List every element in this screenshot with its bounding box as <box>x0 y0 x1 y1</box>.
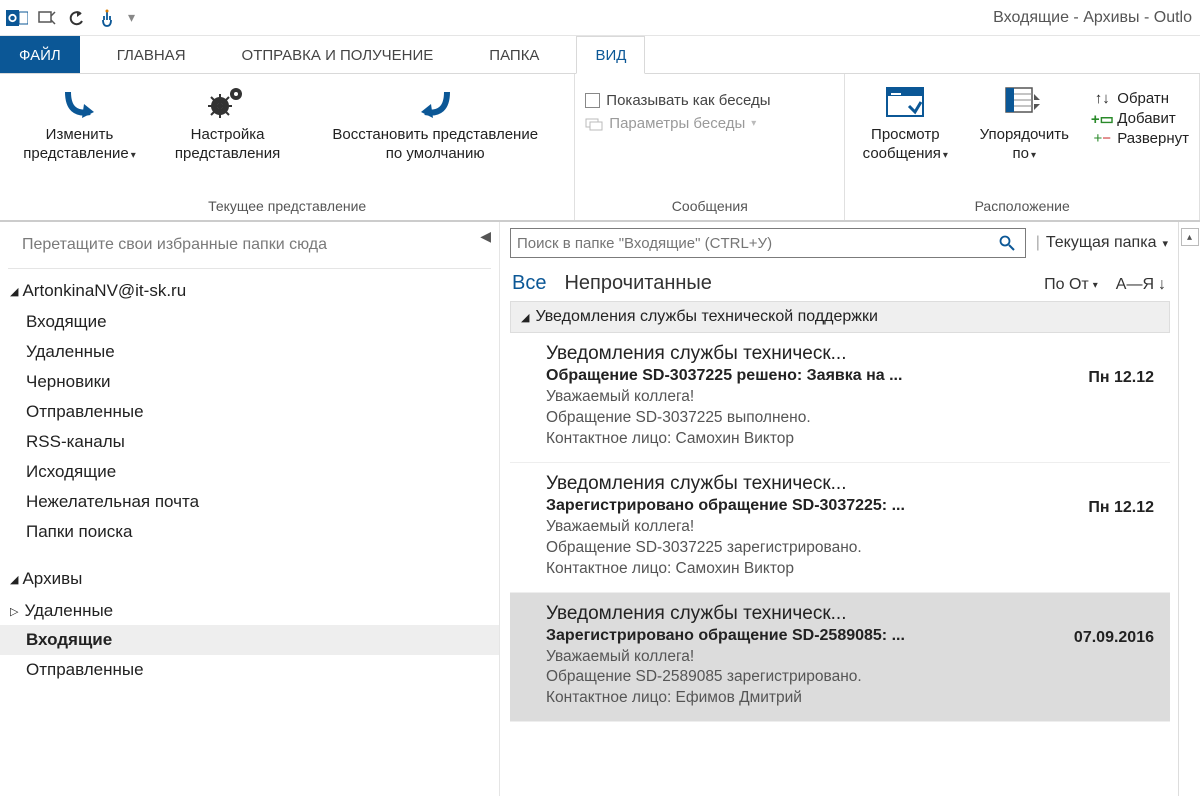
ribbon-tabs: ФАЙЛ ГЛАВНАЯ ОТПРАВКА И ПОЛУЧЕНИЕ ПАПКА … <box>0 36 1200 74</box>
search-icon[interactable] <box>995 235 1019 251</box>
filter-row: Все Непрочитанные По От▾ А—Я ↓ <box>510 258 1178 301</box>
message-preview: Уважаемый коллега!Обращение SD-3037225 в… <box>546 387 1158 450</box>
change-view-button[interactable]: Изменитьпредставление▾ <box>10 80 149 164</box>
add-icon: +▭ <box>1093 111 1111 127</box>
message-preview: Уважаемый коллега!Обращение SD-3037225 з… <box>546 517 1158 580</box>
archive-sent[interactable]: Отправленные <box>0 655 499 685</box>
group-header[interactable]: ◢ Уведомления службы технической поддерж… <box>510 301 1170 333</box>
archive-inbox[interactable]: Входящие <box>0 625 499 655</box>
search-row: | Текущая папка ▾ <box>510 228 1178 258</box>
show-as-conversations-checkbox[interactable]: Показывать как беседы <box>585 92 770 109</box>
filter-unread[interactable]: Непрочитанные <box>564 272 711 295</box>
conversation-icon <box>585 116 603 132</box>
send-receive-icon[interactable] <box>36 7 58 29</box>
message-from: Уведомления службы техническ... <box>546 473 1158 495</box>
ribbon-group-label: Текущее представление <box>10 195 564 218</box>
sort-direction[interactable]: А—Я ↓ <box>1116 276 1166 294</box>
message-subject: Зарегистрировано обращение SD-3037225: .… <box>546 497 1158 515</box>
tab-home[interactable]: ГЛАВНАЯ <box>98 36 205 73</box>
navigation-pane: ◀ Перетащите свои избранные папки сюда ◢… <box>0 222 500 796</box>
gear-icon <box>206 80 250 124</box>
folder-junk[interactable]: Нежелательная почта <box>0 487 499 517</box>
message-from: Уведомления службы техническ... <box>546 343 1158 365</box>
content-pane: | Текущая папка ▾ Все Непрочитанные По О… <box>500 222 1200 796</box>
archives-label: Архивы <box>22 569 82 589</box>
add-columns-button[interactable]: +▭ Добавит <box>1093 110 1189 127</box>
message-item[interactable]: Уведомления службы техническ... Зарегистр… <box>510 593 1170 723</box>
tab-view[interactable]: ВИД <box>576 36 645 74</box>
expand-icon: +− <box>1093 131 1111 147</box>
scrollbar[interactable]: ▴ <box>1178 222 1200 796</box>
folder-search[interactable]: Папки поиска <box>0 517 499 547</box>
message-item[interactable]: Уведомления службы техническ... Обращение… <box>510 333 1170 463</box>
scroll-up-icon[interactable]: ▴ <box>1181 228 1199 246</box>
account-name: ArtonkinaNV@it-sk.ru <box>22 281 186 301</box>
outlook-icon <box>6 7 28 29</box>
filter-all[interactable]: Все <box>512 272 546 295</box>
qat-dropdown-icon[interactable]: ▾ <box>128 9 135 26</box>
folder-rss[interactable]: RSS-каналы <box>0 427 499 457</box>
message-preview-button[interactable]: Просмотрсообщения▾ <box>855 80 955 164</box>
archive-deleted[interactable]: Удаленные <box>0 595 499 625</box>
folder-outbox[interactable]: Исходящие <box>0 457 499 487</box>
message-list: Уведомления службы техническ... Обращение… <box>510 333 1178 722</box>
folder-deleted[interactable]: Удаленные <box>0 337 499 367</box>
collapsed-triangle-icon <box>10 605 18 618</box>
separator <box>8 268 491 269</box>
message-list-column: | Текущая папка ▾ Все Непрочитанные По О… <box>500 222 1178 796</box>
account-header[interactable]: ◢ ArtonkinaNV@it-sk.ru <box>0 277 499 307</box>
ribbon-group-label: Сообщения <box>585 195 834 218</box>
collapse-nav-icon[interactable]: ◀ <box>480 228 491 245</box>
reverse-icon: ↑↓ <box>1093 91 1111 107</box>
arrange-by-button[interactable]: Упорядочитьпо▾ <box>969 80 1079 164</box>
expand-triangle-icon: ◢ <box>521 311 529 324</box>
ribbon-group-current-view: Изменитьпредставление▾ Настройкапредстав… <box>0 74 575 220</box>
message-item[interactable]: Уведомления службы техническ... Зарегистр… <box>510 463 1170 593</box>
undo-icon[interactable] <box>66 7 88 29</box>
change-view-icon <box>60 80 100 124</box>
preview-icon <box>885 80 925 124</box>
checkbox-icon <box>585 93 600 108</box>
search-input[interactable] <box>517 235 995 252</box>
expand-button[interactable]: +− Развернут <box>1093 130 1189 147</box>
message-subject: Обращение SD-3037225 решено: Заявка на .… <box>546 367 1158 385</box>
reverse-sort-button[interactable]: ↑↓ Обратн <box>1093 90 1189 107</box>
arrange-icon <box>1004 80 1044 124</box>
favorites-hint: Перетащите свои избранные папки сюда <box>0 230 499 264</box>
search-scope-dropdown[interactable]: | Текущая папка ▾ <box>1036 234 1168 252</box>
message-date: 07.09.2016 <box>1074 629 1154 647</box>
ribbon-group-label: Расположение <box>855 195 1189 218</box>
ribbon-group-layout: Просмотрсообщения▾ Упорядочитьпо▾ ↑↓ Обр… <box>845 74 1200 220</box>
message-subject: Зарегистрировано обращение SD-2589085: .… <box>546 627 1158 645</box>
message-date: Пн 12.12 <box>1088 369 1154 387</box>
folder-inbox[interactable]: Входящие <box>0 307 499 337</box>
conversation-settings-button[interactable]: Параметры беседы ▾ <box>585 115 770 132</box>
ribbon-group-messages: Показывать как беседы Параметры беседы ▾… <box>575 74 845 220</box>
window-title: Входящие - Архивы - Outlo <box>993 9 1192 27</box>
sort-by-dropdown[interactable]: По От▾ <box>1044 276 1098 294</box>
view-settings-button[interactable]: Настройкапредставления <box>163 80 292 164</box>
expand-triangle-icon: ◢ <box>10 285 18 298</box>
message-preview: Уважаемый коллега!Обращение SD-2589085 з… <box>546 647 1158 710</box>
folder-sent[interactable]: Отправленные <box>0 397 499 427</box>
message-from: Уведомления службы техническ... <box>546 603 1158 625</box>
folder-drafts[interactable]: Черновики <box>0 367 499 397</box>
tab-file[interactable]: ФАЙЛ <box>0 36 80 73</box>
tab-folder[interactable]: ПАПКА <box>470 36 558 73</box>
search-box[interactable] <box>510 228 1026 258</box>
main-area: ◀ Перетащите свои избранные папки сюда ◢… <box>0 222 1200 796</box>
touch-mode-icon[interactable] <box>96 7 118 29</box>
tab-send-receive[interactable]: ОТПРАВКА И ПОЛУЧЕНИЕ <box>223 36 453 73</box>
title-bar: ▾ Входящие - Архивы - Outlo <box>0 0 1200 36</box>
ribbon: Изменитьпредставление▾ Настройкапредстав… <box>0 74 1200 222</box>
expand-triangle-icon: ◢ <box>10 573 18 586</box>
reset-icon <box>415 80 455 124</box>
message-date: Пн 12.12 <box>1088 499 1154 517</box>
quick-access-toolbar: ▾ <box>6 7 137 29</box>
archives-header[interactable]: ◢ Архивы <box>0 565 499 595</box>
reset-view-button[interactable]: Восстановить представлениепо умолчанию <box>306 80 564 164</box>
